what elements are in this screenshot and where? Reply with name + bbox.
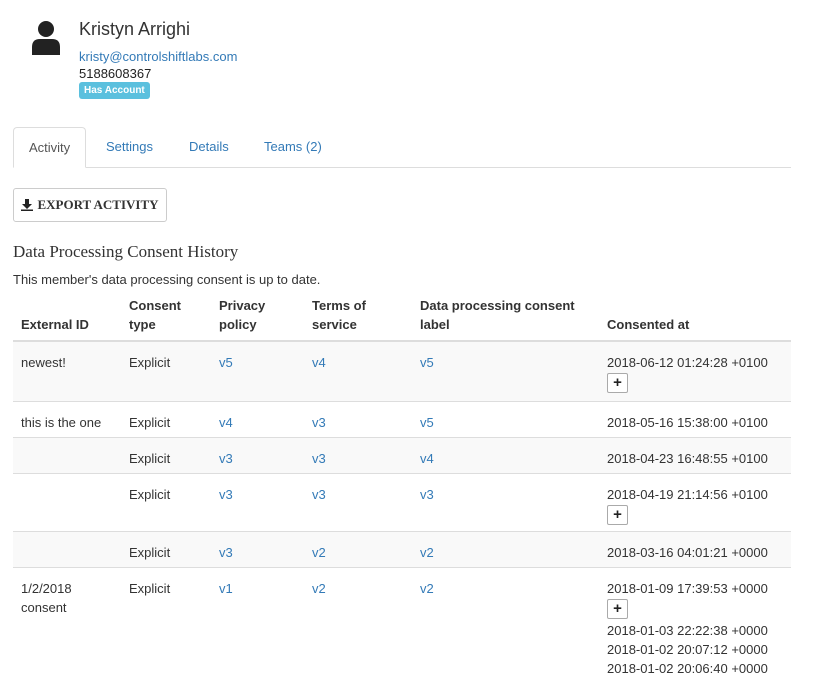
tab-teams[interactable]: Teams (2)	[249, 127, 337, 167]
header-consent-label: Data processing consent label	[420, 298, 575, 332]
cell-consent-type: Explicit	[129, 355, 171, 370]
privacy-policy-link[interactable]: v1	[219, 579, 233, 598]
cell-external-id: 1/2/2018 consent	[21, 581, 72, 615]
cell-consented-at: 2018-06-12 01:24:28 +0100 +	[607, 353, 768, 395]
consent-label-link[interactable]: v5	[420, 413, 434, 432]
download-icon	[21, 199, 34, 211]
expand-button[interactable]: +	[607, 373, 628, 393]
cell-consented-at: 2018-04-23 16:48:55 +0100	[607, 449, 768, 468]
consent-status-text: This member's data processing consent is…	[13, 272, 321, 287]
export-activity-button[interactable]: EXPORT ACTIVITY	[13, 188, 167, 222]
cell-consented-at: 2018-01-09 17:39:53 +0000 + 2018-01-03 2…	[607, 579, 768, 678]
consent-timestamp: 2018-06-12 01:24:28 +0100	[607, 355, 768, 370]
terms-link[interactable]: v2	[312, 579, 326, 598]
cell-consented-at: 2018-04-19 21:14:56 +0100 +	[607, 485, 768, 527]
cell-consent-type: Explicit	[129, 415, 171, 430]
tab-activity[interactable]: Activity	[13, 127, 87, 168]
expand-button[interactable]: +	[607, 599, 628, 619]
section-title: Data Processing Consent History	[13, 242, 239, 261]
member-email-link[interactable]: kristy@controlshiftlabs.com	[79, 49, 237, 64]
expand-button[interactable]: +	[607, 505, 628, 525]
header-consent-type: Consent type	[129, 298, 181, 332]
consent-timestamp: 2018-01-09 17:39:53 +0000	[607, 581, 768, 596]
consent-timestamp: 2018-04-23 16:48:55 +0100	[607, 451, 768, 466]
privacy-policy-link[interactable]: v5	[219, 353, 233, 372]
cell-consent-type: Explicit	[129, 581, 171, 596]
table-row: Explicit v3 v3 v3 2018-04-19 21:14:56 +0…	[13, 474, 791, 532]
consent-label-link[interactable]: v2	[420, 579, 434, 598]
header-external-id: External ID	[21, 317, 89, 332]
consent-timestamp: 2018-01-02 20:06:40 +0000	[607, 661, 768, 676]
consent-label-link[interactable]: v3	[420, 485, 434, 504]
tab-bar: Activity Settings Details Teams (2)	[13, 127, 791, 168]
consent-timestamp: 2018-05-16 15:38:00 +0100	[607, 415, 768, 430]
terms-link[interactable]: v2	[312, 543, 326, 562]
table-row: Explicit v3 v2 v2 2018-03-16 04:01:21 +0…	[13, 532, 791, 568]
export-activity-label: EXPORT ACTIVITY	[37, 197, 159, 212]
privacy-policy-link[interactable]: v3	[219, 485, 233, 504]
terms-link[interactable]: v3	[312, 413, 326, 432]
table-row: 1/2/2018 consent Explicit v1 v2 v2 2018-…	[13, 568, 791, 688]
terms-link[interactable]: v3	[312, 449, 326, 468]
privacy-policy-link[interactable]: v3	[219, 449, 233, 468]
cell-external-id: newest!	[21, 355, 66, 370]
consent-timestamp: 2018-01-02 20:07:12 +0000	[607, 642, 768, 657]
consent-history-table: External ID Consent type Privacy policy Te…	[13, 292, 791, 688]
has-account-badge: Has Account	[79, 82, 150, 99]
cell-external-id: this is the one	[21, 415, 102, 430]
header-terms-of-service: Terms of service	[312, 298, 366, 332]
cell-consent-type: Explicit	[129, 451, 171, 466]
terms-link[interactable]: v4	[312, 353, 326, 372]
member-phone: 5188608367	[79, 66, 152, 81]
table-row: newest! Explicit v5 v4 v5 2018-06-12 01:…	[13, 342, 791, 402]
header-consented-at: Consented at	[607, 317, 690, 332]
table-header: External ID Consent type Privacy policy Te…	[13, 292, 791, 342]
member-name: Kristyn Arrighi	[79, 19, 191, 39]
tab-details[interactable]: Details	[174, 127, 244, 167]
consent-label-link[interactable]: v4	[420, 449, 434, 468]
header-privacy-policy: Privacy policy	[219, 298, 266, 332]
table-row: this is the one Explicit v4 v3 v5 2018-0…	[13, 402, 791, 438]
table-row: Explicit v3 v3 v4 2018-04-23 16:48:55 +0…	[13, 438, 791, 474]
privacy-policy-link[interactable]: v3	[219, 543, 233, 562]
cell-consented-at: 2018-03-16 04:01:21 +0000	[607, 543, 768, 562]
consent-label-link[interactable]: v2	[420, 543, 434, 562]
consent-timestamp: 2018-03-16 04:01:21 +0000	[607, 545, 768, 560]
terms-link[interactable]: v3	[312, 485, 326, 504]
consent-timestamp: 2018-04-19 21:14:56 +0100	[607, 487, 768, 502]
user-avatar-icon	[32, 21, 60, 55]
consent-label-link[interactable]: v5	[420, 353, 434, 372]
consent-timestamp: 2018-01-03 22:22:38 +0000	[607, 623, 768, 638]
cell-consented-at: 2018-05-16 15:38:00 +0100	[607, 413, 768, 432]
cell-consent-type: Explicit	[129, 545, 171, 560]
cell-consent-type: Explicit	[129, 487, 171, 502]
tab-settings[interactable]: Settings	[91, 127, 168, 167]
privacy-policy-link[interactable]: v4	[219, 413, 233, 432]
